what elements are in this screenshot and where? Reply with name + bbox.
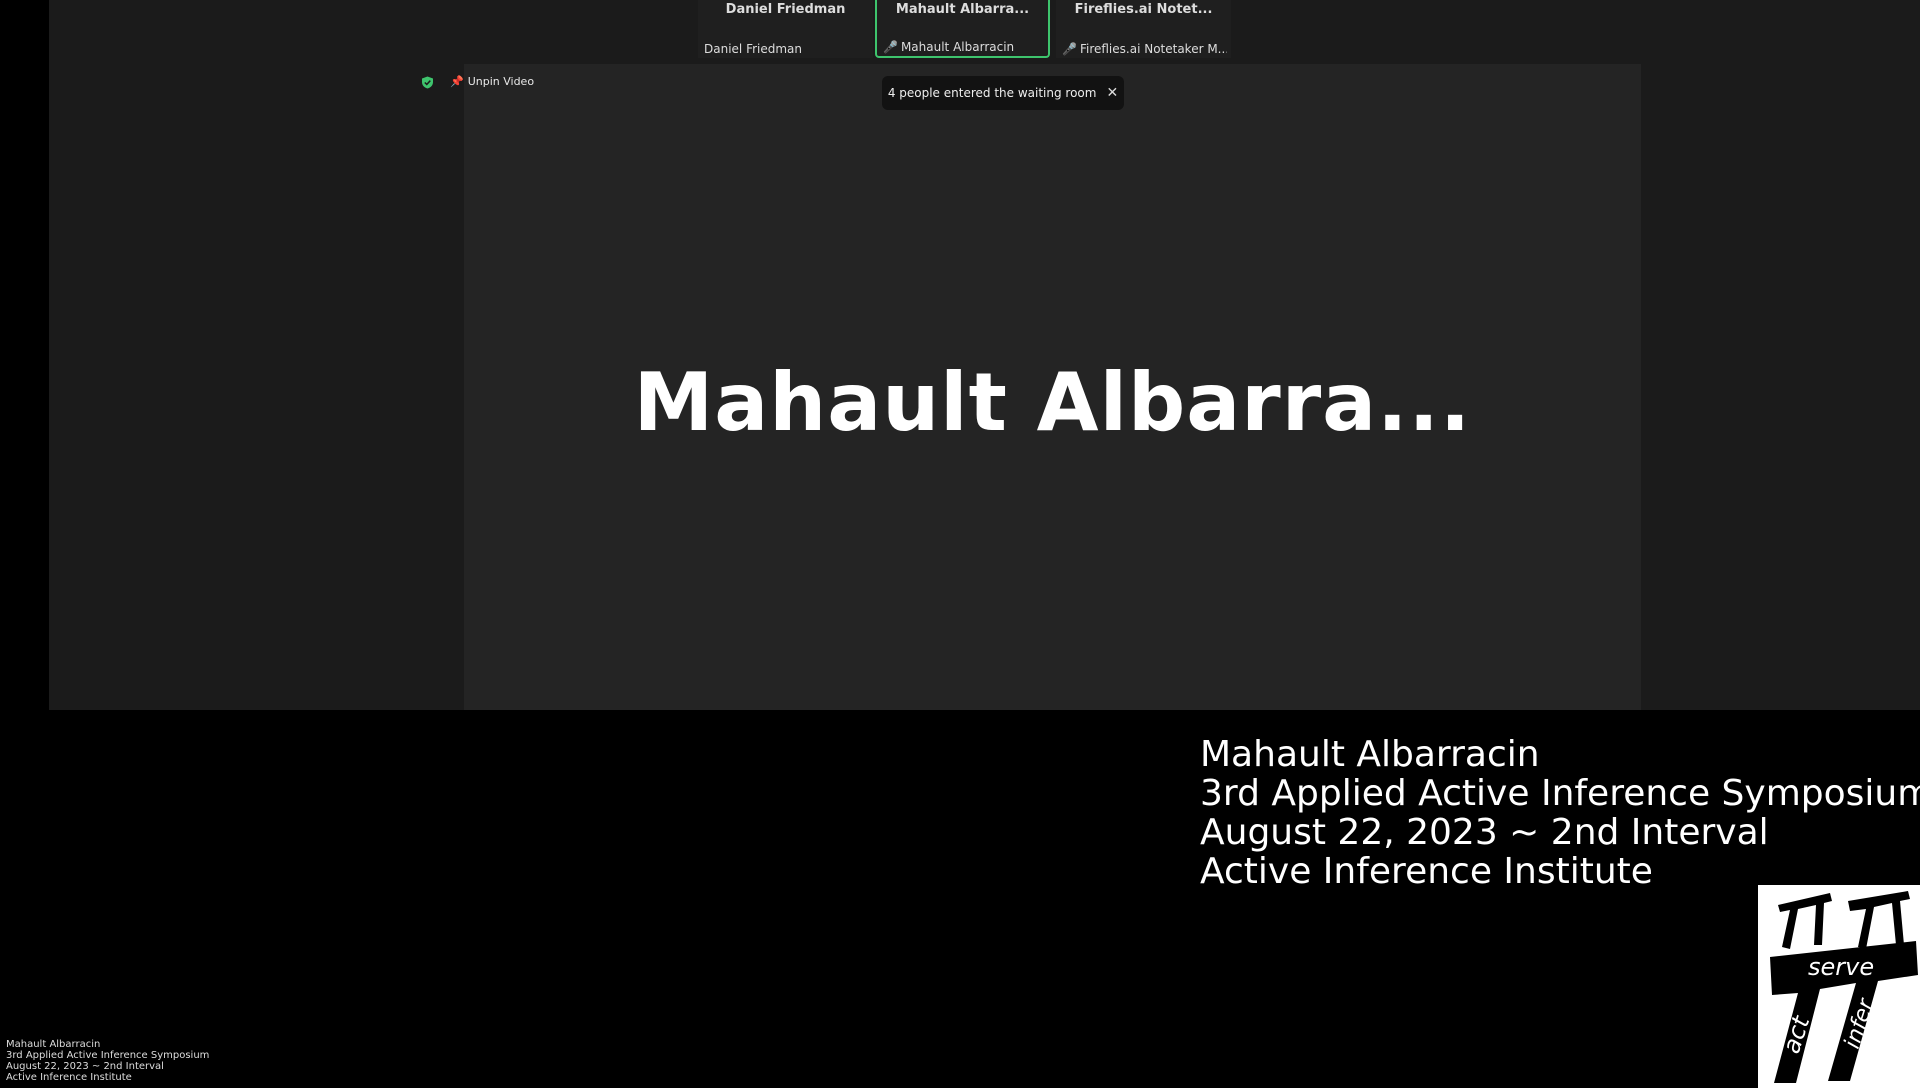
- thumbnail-label: 🎤 Mahault Albarracin: [883, 40, 1044, 54]
- caption-line: Mahault Albarracin: [1200, 734, 1540, 775]
- thumbnail-label-text: Mahault Albarracin: [900, 40, 1015, 54]
- thumbnail-label-text: Fireflies.ai Notetaker M...: [1079, 42, 1227, 56]
- small-caption-line: August 22, 2023 ~ 2nd Interval: [6, 1061, 164, 1072]
- close-icon[interactable]: ✕: [1106, 85, 1118, 101]
- unpin-video-label: Unpin Video: [467, 75, 535, 88]
- screen: Daniel Friedman Daniel Friedman Mahault …: [0, 0, 1920, 1088]
- speaker-name: Mahault Albarra...: [633, 356, 1472, 449]
- thumbnail-label-text: Daniel Friedman: [704, 42, 803, 56]
- video-caption: Mahault Albarracin 3rd Applied Active In…: [1200, 735, 1920, 891]
- small-caption-line: 3rd Applied Active Inference Symposium: [6, 1050, 210, 1061]
- logo-serve: serve: [1808, 953, 1874, 981]
- encryption-shield-icon[interactable]: [421, 76, 434, 89]
- mic-muted-icon: 🎤: [1062, 42, 1077, 56]
- small-caption-line: Mahault Albarracin: [6, 1039, 101, 1050]
- small-caption-line: Active Inference Institute: [6, 1072, 132, 1083]
- participant-thumbnail[interactable]: Fireflies.ai Notet... 🎤 Fireflies.ai Not…: [1056, 0, 1231, 58]
- thumbnail-name: Fireflies.ai Notet...: [1074, 2, 1213, 17]
- participant-thumbnail[interactable]: Daniel Friedman Daniel Friedman: [698, 0, 873, 58]
- small-caption: Mahault Albarracin 3rd Applied Active In…: [6, 1039, 209, 1083]
- unpin-video-button[interactable]: 📌 Unpin Video: [450, 75, 534, 88]
- pi-logo-icon: serve act infer: [1770, 891, 1918, 1083]
- caption-line: August 22, 2023 ~ 2nd Interval: [1200, 812, 1769, 853]
- waiting-room-notification[interactable]: 4 people entered the waiting room ✕: [882, 76, 1124, 110]
- mic-muted-icon: 🎤: [883, 40, 898, 54]
- thumbnail-name: Mahault Albarra...: [895, 2, 1030, 17]
- institute-logo: serve act infer: [1758, 885, 1920, 1088]
- caption-line: 3rd Applied Active Inference Symposium: [1200, 773, 1920, 814]
- participant-thumbnail-active[interactable]: Mahault Albarra... 🎤 Mahault Albarracin: [875, 0, 1050, 58]
- thumbnail-name: Daniel Friedman: [725, 2, 846, 17]
- pin-icon: 📌: [450, 75, 464, 88]
- thumbnail-label: Daniel Friedman: [704, 42, 869, 56]
- main-video-tile[interactable]: Mahault Albarra...: [464, 64, 1641, 710]
- notification-text: 4 people entered the waiting room: [887, 86, 1097, 100]
- thumbnail-label: 🎤 Fireflies.ai Notetaker M...: [1062, 42, 1227, 56]
- logo-infer: infer: [1840, 994, 1880, 1051]
